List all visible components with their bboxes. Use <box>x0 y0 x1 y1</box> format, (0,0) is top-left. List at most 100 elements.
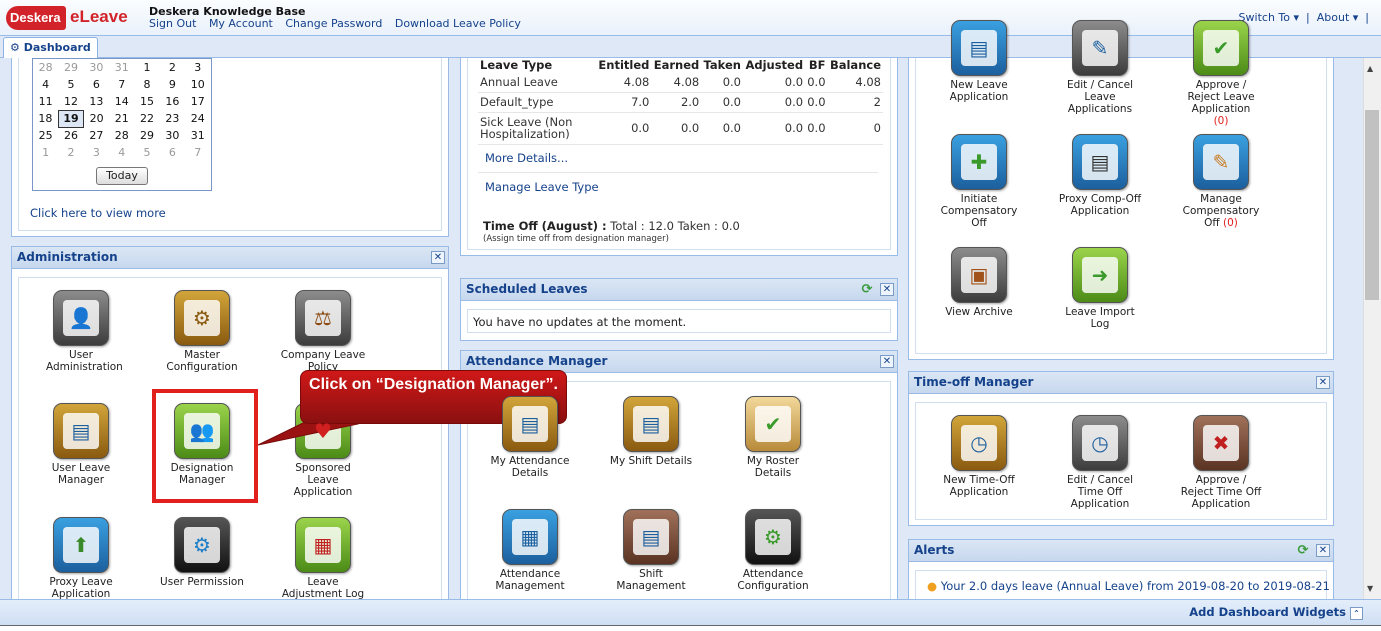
calendar-day[interactable]: 30 <box>84 59 109 76</box>
about-menu[interactable]: About ▾ <box>1317 11 1359 24</box>
calendar-day[interactable]: 5 <box>134 144 159 161</box>
label-text: Approve / Reject Leave Application <box>1187 79 1255 115</box>
scrollbar-thumb[interactable] <box>1365 110 1379 300</box>
calendar-day[interactable]: 2 <box>58 144 83 161</box>
calendar-day[interactable]: 4 <box>33 76 58 93</box>
view-more-link[interactable]: Click here to view more <box>30 206 166 220</box>
item-label: Attendance Management <box>495 568 565 592</box>
close-icon[interactable]: ✕ <box>431 251 445 264</box>
calendar-day[interactable]: 10 <box>185 76 210 93</box>
manage-leave-type-link[interactable]: Manage Leave Type <box>485 180 599 194</box>
refresh-icon[interactable]: ⟳ <box>859 283 875 297</box>
download-leave-policy-link[interactable]: Download Leave Policy <box>395 17 521 30</box>
calendar-day[interactable]: 11 <box>33 93 58 110</box>
calendar-day[interactable]: 31 <box>109 59 134 76</box>
calendar-day[interactable]: 25 <box>33 127 58 144</box>
my-roster-item[interactable]: ✔ My Roster Details <box>718 396 828 479</box>
calendar-day[interactable]: 16 <box>160 93 185 110</box>
scheduled-leaves-message: You have no updates at the moment. <box>473 315 687 329</box>
calendar-day[interactable]: 31 <box>185 127 210 144</box>
calendar-day[interactable]: 9 <box>160 76 185 93</box>
calendar-day[interactable]: 1 <box>33 144 58 161</box>
edit-cancel-leave-item[interactable]: ✎ Edit / Cancel Leave Applications <box>1045 20 1155 115</box>
tab-dashboard[interactable]: ⚙ Dashboard <box>3 37 98 58</box>
calendar-day[interactable]: 2 <box>160 59 185 76</box>
calendar-day[interactable]: 18 <box>33 110 58 127</box>
calendar-day[interactable]: 1 <box>134 59 159 76</box>
proxy-leave-item[interactable]: ⬆ Proxy Leave Application <box>26 517 136 600</box>
sign-out-link[interactable]: Sign Out <box>149 17 196 30</box>
master-configuration-item[interactable]: ⚙ Master Configuration <box>147 290 257 373</box>
calendar-day[interactable]: 29 <box>58 59 83 76</box>
refresh-icon[interactable]: ⟳ <box>1295 544 1311 558</box>
calendar-day[interactable]: 24 <box>185 110 210 127</box>
manage-compensatory-item[interactable]: ✎ Manage Compensatory Off (0) <box>1166 134 1276 229</box>
calendar-week: 4 5 6 7 8 9 10 <box>33 76 211 93</box>
approve-reject-leave-item[interactable]: ✔ Approve / Reject Leave Application (0) <box>1166 20 1276 127</box>
view-archive-item[interactable]: ▣ View Archive <box>924 247 1034 318</box>
item-label: Master Configuration <box>166 349 238 373</box>
scroll-down-icon[interactable]: ▼ <box>1367 584 1373 593</box>
time-off-label: Time Off (August) : <box>483 219 607 233</box>
my-shift-item[interactable]: ▤ My Shift Details <box>596 396 706 467</box>
calendar-day[interactable]: 26 <box>58 127 83 144</box>
close-icon[interactable]: ✕ <box>880 283 894 296</box>
user-permission-item[interactable]: ⚙ User Permission <box>147 517 257 588</box>
calendar-day[interactable]: 12 <box>58 93 83 110</box>
calendar-day[interactable]: 30 <box>160 127 185 144</box>
calendar-day[interactable]: 21 <box>109 110 134 127</box>
calendar-today[interactable]: 19 <box>57 109 85 128</box>
calendar-day[interactable]: 28 <box>109 127 134 144</box>
proxy-upload-icon: ⬆ <box>53 517 109 573</box>
attendance-management-item[interactable]: ▦ Attendance Management <box>475 509 585 592</box>
calendar-day[interactable]: 13 <box>84 93 109 110</box>
add-dashboard-widgets-button[interactable]: Add Dashboard Widgets ⌃ <box>1189 605 1363 620</box>
proxy-comp-off-item[interactable]: ▤ Proxy Comp-Off Application <box>1045 134 1155 217</box>
shift-management-item[interactable]: ▤ Shift Management <box>596 509 706 592</box>
calendar-day[interactable]: 20 <box>84 110 109 127</box>
change-password-link[interactable]: Change Password <box>285 17 382 30</box>
calendar-day[interactable]: 5 <box>58 76 83 93</box>
close-icon[interactable]: ✕ <box>880 355 894 368</box>
calendar-day[interactable]: 7 <box>185 144 210 161</box>
calendar-day[interactable]: 17 <box>185 93 210 110</box>
new-time-off-item[interactable]: ◷ New Time-Off Application <box>924 415 1034 498</box>
calendar-day[interactable]: 6 <box>160 144 185 161</box>
initiate-compensatory-item[interactable]: ✚ Initiate Compensatory Off <box>924 134 1034 229</box>
close-icon[interactable]: ✕ <box>1316 544 1330 557</box>
calendar-day[interactable]: 3 <box>84 144 109 161</box>
my-attendance-item[interactable]: ▤ My Attendance Details <box>475 396 585 479</box>
calendar-icon: ▦ <box>502 509 558 565</box>
calendar-day[interactable]: 27 <box>84 127 109 144</box>
alert-item[interactable]: ● Your 2.0 days leave (Annual Leave) fro… <box>927 579 1330 593</box>
leave-import-log-item[interactable]: ➜ Leave Import Log <box>1045 247 1155 330</box>
table-cell: 0.0 <box>701 72 743 93</box>
calendar-day[interactable]: 14 <box>109 93 134 110</box>
my-account-link[interactable]: My Account <box>209 17 273 30</box>
calendar-day[interactable]: 8 <box>134 76 159 93</box>
calendar-week: 11 12 13 14 15 16 17 <box>33 93 211 110</box>
user-leave-manager-item[interactable]: ▤ User Leave Manager <box>26 403 136 486</box>
close-icon[interactable]: ✕ <box>1316 376 1330 389</box>
leave-adjustment-log-item[interactable]: ▦ Leave Adjustment Log <box>268 517 378 600</box>
attendance-configuration-item[interactable]: ⚙ Attendance Configuration <box>718 509 828 592</box>
today-button[interactable]: Today <box>96 167 148 185</box>
calendar-day[interactable]: 7 <box>109 76 134 93</box>
calendar-day[interactable]: 22 <box>134 110 159 127</box>
scroll-up-icon[interactable]: ▲ <box>1367 64 1373 73</box>
calendar-day[interactable]: 29 <box>134 127 159 144</box>
approve-reject-time-off-item[interactable]: ✖ Approve / Reject Time Off Application <box>1166 415 1276 510</box>
calendar-day[interactable]: 6 <box>84 76 109 93</box>
edit-cancel-time-off-item[interactable]: ◷ Edit / Cancel Time Off Application <box>1045 415 1155 510</box>
calendar-day[interactable]: 23 <box>160 110 185 127</box>
new-leave-application-item[interactable]: ▤ New Leave Application <box>924 20 1034 103</box>
more-details-link[interactable]: More Details... <box>485 151 568 165</box>
calendar-day[interactable]: 4 <box>109 144 134 161</box>
company-leave-policy-item[interactable]: ⚖ Company Leave Policy <box>268 290 378 373</box>
gavel-icon: ⚖ <box>295 290 351 346</box>
calendar-day[interactable]: 15 <box>134 93 159 110</box>
user-administration-item[interactable]: 👤 User Administration <box>26 290 136 373</box>
calendar-day[interactable]: 28 <box>33 59 58 76</box>
table-cell: 0.0 <box>805 92 828 113</box>
calendar-day[interactable]: 3 <box>185 59 210 76</box>
